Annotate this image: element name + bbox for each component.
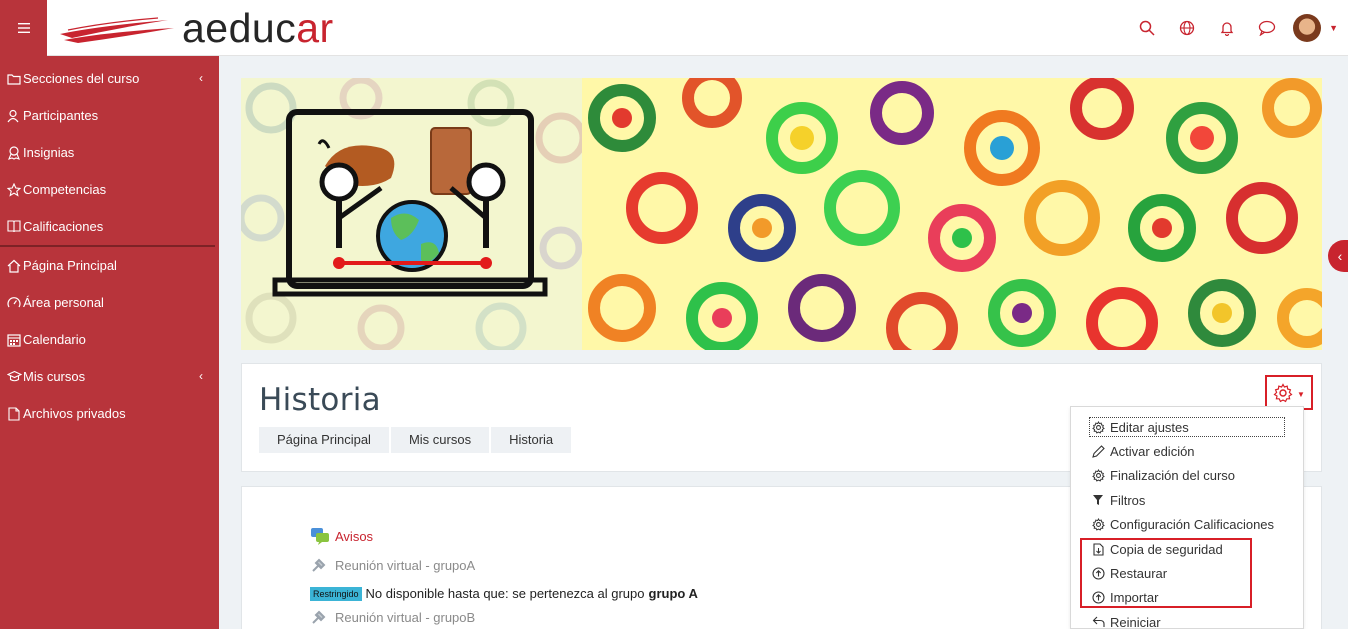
bell-icon[interactable] (1207, 0, 1247, 56)
sidebar-item-label: Competencias (23, 182, 107, 197)
sidebar-item-label: Calificaciones (23, 219, 104, 234)
menu-item-activar-edicion[interactable]: Activar edición (1090, 440, 1195, 462)
breadcrumb-item[interactable]: Página Principal (259, 427, 389, 453)
pencil-icon (1090, 443, 1106, 459)
activity-avisos[interactable]: Avisos (310, 527, 373, 545)
sidebar-item-label: Participantes (23, 108, 99, 123)
users-icon (5, 107, 23, 125)
sidebar-item-calificaciones[interactable]: Calificaciones (0, 208, 219, 245)
folder-icon (5, 70, 23, 88)
menu-item-label: Activar edición (1110, 443, 1195, 459)
activity-label[interactable]: Avisos (335, 529, 373, 544)
chevron-left-icon: ‹ (199, 71, 203, 85)
banner-illustration (241, 78, 587, 350)
sidebar-item-pagina-principal[interactable]: Página Principal (0, 247, 219, 284)
dashboard-icon (5, 294, 23, 312)
menu-item-reiniciar[interactable]: Reiniciar (1090, 611, 1161, 629)
sidebar-item-competencias[interactable]: Competencias (0, 171, 219, 208)
avatar[interactable] (1293, 14, 1322, 42)
breadcrumb: Página Principal Mis cursos Historia (259, 427, 572, 453)
chat-icon[interactable] (1247, 0, 1287, 56)
menu-item-label: Filtros (1110, 492, 1146, 508)
restricted-badge: Restringido (310, 586, 362, 601)
grades-icon (5, 218, 23, 236)
restriction-group: grupo A (648, 586, 698, 601)
plugin-icon (310, 608, 330, 626)
highlight-box (1080, 538, 1252, 608)
banner-circles-artwork (582, 78, 1322, 350)
sidebar-item-participantes[interactable]: Participantes (0, 97, 219, 134)
restriction-text: No disponible hasta que: se pertenezca a… (365, 586, 645, 601)
file-icon (5, 405, 23, 423)
sidebar-item-label: Insignias (23, 145, 75, 160)
graduation-cap-icon (5, 368, 23, 386)
globe-icon[interactable] (1167, 0, 1207, 56)
sidebar-item-label: Calendario (23, 332, 86, 347)
caret-down-icon[interactable]: ▼ (1329, 23, 1338, 33)
gear-icon (1090, 467, 1106, 483)
activity-reunion-grupoa[interactable]: Reunión virtual - grupoA (310, 556, 475, 574)
filter-icon (1090, 492, 1106, 508)
forum-icon (310, 527, 330, 545)
top-navbar: aeducar ▼ (0, 0, 1348, 56)
gear-icon (1090, 419, 1106, 435)
menu-item-configuracion-calificaciones[interactable]: Configuración Calificaciones (1090, 513, 1274, 535)
sidebar-item-area-personal[interactable]: Área personal (0, 284, 219, 321)
activity-reunion-grupob[interactable]: Reunión virtual - grupoB (310, 608, 475, 626)
menu-item-finalizacion[interactable]: Finalización del curso (1090, 464, 1235, 486)
sidebar-item-label: Archivos privados (23, 406, 126, 421)
menu-item-editar-ajustes[interactable]: Editar ajustes (1090, 416, 1189, 438)
sidebar-item-secciones[interactable]: Secciones del curso ‹ (0, 60, 219, 97)
calendar-icon (5, 331, 23, 349)
menu-item-filtros[interactable]: Filtros (1090, 489, 1145, 511)
plugin-icon (310, 556, 330, 574)
search-icon[interactable] (1127, 0, 1167, 56)
logo-swoosh-icon (60, 17, 174, 43)
badge-icon (5, 144, 23, 162)
restriction-notice: Restringido No disponible hasta que: se … (310, 586, 698, 601)
sidebar: Secciones del curso ‹ Participantes Insi… (0, 56, 219, 629)
home-icon (5, 257, 23, 275)
activity-label[interactable]: Reunión virtual - grupoA (335, 558, 475, 573)
menu-item-label: Configuración Calificaciones (1110, 516, 1275, 532)
site-logo[interactable]: aeducar (58, 4, 334, 51)
chevron-left-icon: ‹ (1337, 248, 1343, 264)
breadcrumb-item[interactable]: Historia (489, 427, 571, 453)
sidebar-item-calendario[interactable]: Calendario (0, 321, 219, 358)
sidebar-item-label: Página Principal (23, 258, 117, 273)
sidebar-item-archivos-privados[interactable]: Archivos privados (0, 395, 219, 432)
drawer-toggle[interactable]: ‹ (1328, 240, 1348, 272)
sidebar-item-label: Secciones del curso (23, 71, 140, 86)
activity-label[interactable]: Reunión virtual - grupoB (335, 610, 475, 625)
menu-item-label: Finalización del curso (1110, 467, 1236, 483)
breadcrumb-item[interactable]: Mis cursos (388, 427, 489, 453)
gear-icon (1090, 516, 1106, 532)
course-settings-button[interactable]: ▼ (1265, 375, 1313, 410)
menu-item-label: Reiniciar (1110, 614, 1161, 629)
sidebar-item-label: Mis cursos (23, 369, 86, 384)
hamburger-icon[interactable] (0, 0, 47, 56)
chevron-left-icon: ‹ (199, 369, 203, 383)
sidebar-item-insignias[interactable]: Insignias (0, 134, 219, 171)
sidebar-item-label: Área personal (23, 295, 104, 310)
caret-down-icon: ▼ (1297, 390, 1305, 399)
star-icon (5, 181, 23, 199)
page-title: Historia (259, 382, 381, 418)
menu-item-label: Editar ajustes (1110, 419, 1189, 435)
logo-text: aeducar (182, 4, 334, 51)
course-header-image (241, 78, 1322, 350)
gear-icon (1273, 382, 1293, 402)
sidebar-item-mis-cursos[interactable]: Mis cursos ‹ (0, 358, 219, 395)
undo-icon (1090, 614, 1106, 629)
